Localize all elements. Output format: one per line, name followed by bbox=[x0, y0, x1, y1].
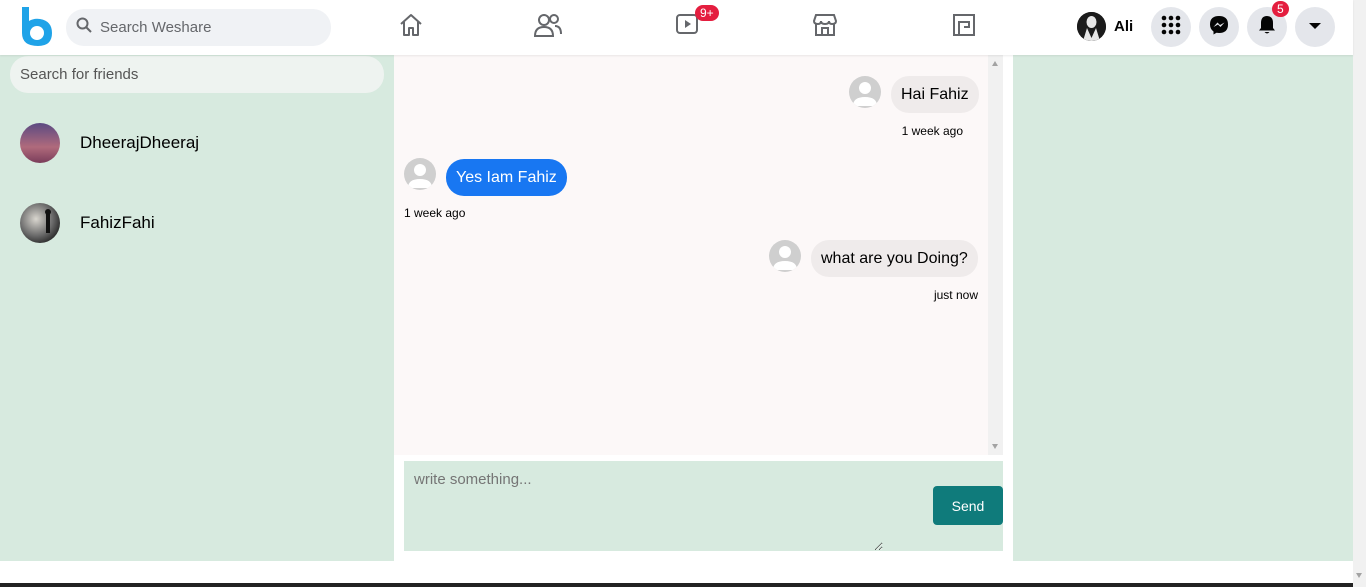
message-timestamp: 1 week ago bbox=[901, 124, 963, 138]
chat-panel: Hai Fahiz 1 week ago Yes Iam Fahiz 1 wee… bbox=[394, 55, 1013, 561]
message-composer: Send bbox=[404, 461, 1003, 551]
profile-name: Ali bbox=[1114, 18, 1134, 35]
nav-watch[interactable]: 9+ bbox=[668, 5, 719, 44]
avatar bbox=[20, 203, 60, 243]
marketplace-icon bbox=[812, 13, 838, 42]
top-navbar: 9+ Ali 5 bbox=[0, 0, 1353, 55]
friend-item[interactable]: FahizFahi bbox=[20, 203, 155, 243]
message-bubble: what are you Doing? bbox=[811, 240, 978, 277]
avatar bbox=[404, 158, 436, 190]
avatar bbox=[20, 123, 60, 163]
scroll-down-icon[interactable] bbox=[992, 444, 998, 449]
home-icon bbox=[398, 12, 424, 43]
friend-name: FahizFahi bbox=[80, 213, 155, 232]
search-icon bbox=[76, 17, 92, 38]
friend-item[interactable]: DheerajDheeraj bbox=[20, 123, 199, 163]
messenger-icon bbox=[1209, 15, 1229, 40]
message-timestamp: just now bbox=[933, 288, 978, 302]
friend-name: DheerajDheeraj bbox=[80, 133, 200, 152]
groups-icon bbox=[952, 13, 976, 42]
avatar bbox=[1077, 12, 1106, 41]
menu-button[interactable] bbox=[1151, 7, 1191, 47]
scroll-down-icon[interactable] bbox=[1356, 573, 1362, 578]
friends-icon bbox=[533, 12, 562, 43]
messenger-button[interactable] bbox=[1199, 7, 1239, 47]
page-scrollbar[interactable] bbox=[1353, 0, 1366, 587]
watch-badge: 9+ bbox=[695, 5, 719, 21]
avatar bbox=[769, 240, 801, 272]
message-timestamp: 1 week ago bbox=[404, 206, 466, 220]
message-list[interactable]: Hai Fahiz 1 week ago Yes Iam Fahiz 1 wee… bbox=[394, 55, 988, 455]
search-input[interactable] bbox=[100, 19, 310, 36]
friends-sidebar: DheerajDheeraj FahizFahi bbox=[0, 55, 394, 561]
nav-friends[interactable] bbox=[528, 10, 568, 44]
nav-home[interactable] bbox=[391, 10, 431, 44]
bottom-edge bbox=[0, 583, 1353, 587]
grid-menu-icon bbox=[1161, 15, 1181, 40]
weshare-logo[interactable] bbox=[20, 7, 54, 47]
message-bubble: Yes Iam Fahiz bbox=[446, 159, 567, 196]
global-search[interactable] bbox=[66, 9, 331, 46]
notification-badge: 5 bbox=[1272, 1, 1289, 17]
profile-link[interactable]: Ali bbox=[1077, 12, 1133, 41]
account-menu-button[interactable] bbox=[1295, 7, 1335, 47]
message-bubble: Hai Fahiz bbox=[891, 76, 979, 113]
avatar bbox=[849, 76, 881, 108]
message-scrollbar[interactable] bbox=[988, 55, 1003, 455]
caret-down-icon bbox=[1308, 18, 1322, 36]
notifications-button[interactable]: 5 bbox=[1247, 1, 1289, 47]
send-button[interactable]: Send bbox=[933, 486, 1003, 525]
right-sidebar bbox=[1013, 55, 1353, 561]
nav-groups[interactable] bbox=[944, 10, 984, 44]
friend-search-input[interactable] bbox=[10, 56, 384, 93]
scroll-up-icon[interactable] bbox=[992, 61, 998, 66]
bell-icon bbox=[1258, 15, 1276, 40]
message-input[interactable] bbox=[404, 461, 883, 551]
nav-marketplace[interactable] bbox=[805, 10, 845, 44]
